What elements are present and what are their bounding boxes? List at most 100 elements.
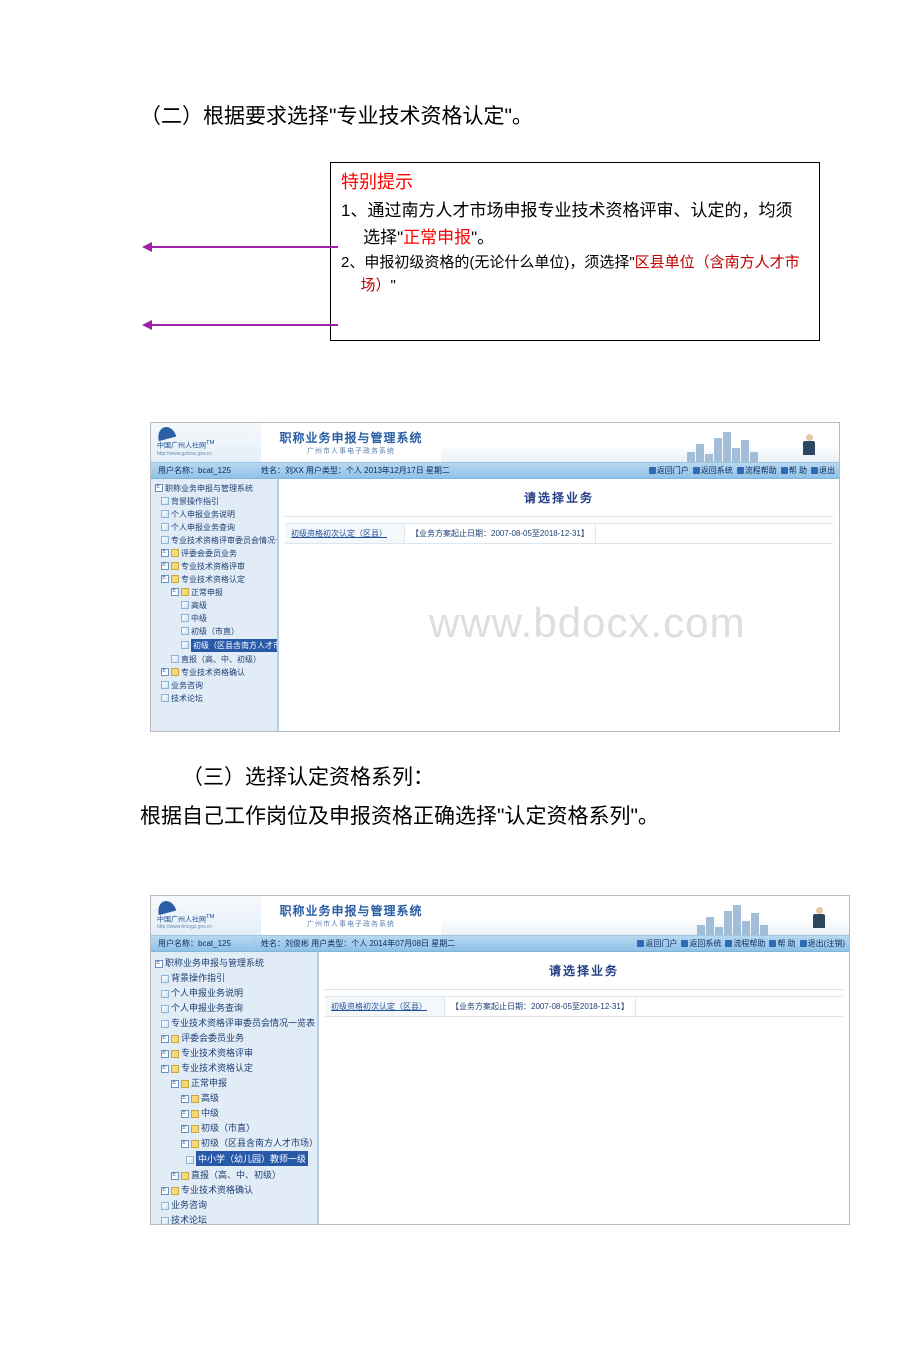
tree-root[interactable]: 职称业务申报与管理系统 xyxy=(153,482,275,495)
btn-label: 退出(注销) xyxy=(808,938,845,949)
expand-icon[interactable] xyxy=(181,1095,189,1103)
expand-icon[interactable] xyxy=(181,1125,189,1133)
tree-node[interactable]: 背景操作指引 xyxy=(153,495,275,508)
tree-node[interactable]: 专业技术资格评审委员会情况一览表 xyxy=(153,1015,315,1030)
btn-label: 返回门户 xyxy=(645,938,677,949)
expand-icon[interactable] xyxy=(161,1035,169,1043)
expand-icon[interactable] xyxy=(161,1050,169,1058)
expand-icon[interactable] xyxy=(161,1065,169,1073)
tree-node[interactable]: 高级 xyxy=(153,599,275,612)
expand-icon[interactable] xyxy=(161,549,169,557)
folder-icon xyxy=(191,1110,199,1118)
tree-label: 个人申报业务查询 xyxy=(171,1003,243,1013)
process-help-button[interactable]: 流程帮助 xyxy=(737,465,777,476)
callout-text: "。 xyxy=(471,228,494,247)
expand-icon[interactable] xyxy=(161,1187,169,1195)
tree-node[interactable]: 初级（区县含南方人才市场） xyxy=(153,1135,315,1150)
back-portal-button[interactable]: 返回门户 xyxy=(637,938,677,949)
business-link[interactable]: 初级资格初次认定（区县） xyxy=(325,997,445,1016)
help-button[interactable]: 帮 助 xyxy=(769,938,795,949)
expand-icon[interactable] xyxy=(161,575,169,583)
tree-node[interactable]: 专业技术资格认定 xyxy=(153,573,275,586)
watermark-text: www.bdocx.com xyxy=(429,599,745,647)
back-portal-button[interactable]: 返回门户 xyxy=(649,465,689,476)
logo-sup: TM xyxy=(206,914,214,920)
tree-label: 直报（高、中、初级） xyxy=(191,1170,281,1180)
tree-node[interactable]: 技术论坛 xyxy=(153,692,275,705)
tree-label: 个人申报业务查询 xyxy=(171,523,235,532)
expand-icon[interactable] xyxy=(155,960,163,968)
folder-icon xyxy=(171,562,179,570)
callout-emphasis: 正常申报 xyxy=(403,228,471,247)
tree-node[interactable]: 背景操作指引 xyxy=(153,970,315,985)
business-link[interactable]: 初级资格初次认定（区县） xyxy=(285,524,405,543)
btn-label: 帮 助 xyxy=(777,938,795,949)
tree-node-selected[interactable]: 中小学（幼儿园）教师一级 xyxy=(153,1150,315,1167)
btn-label: 流程帮助 xyxy=(745,465,777,476)
logout-button[interactable]: 退出 xyxy=(811,465,835,476)
tree-node[interactable]: 业务咨询 xyxy=(153,1197,315,1212)
header-right xyxy=(441,423,839,462)
process-help-button[interactable]: 流程帮助 xyxy=(725,938,765,949)
sidebar-tree[interactable]: 职称业务申报与管理系统 背景操作指引 个人申报业务说明 个人申报业务查询 专业技… xyxy=(151,952,319,1224)
left-arrow-annotation-icon xyxy=(150,246,338,248)
sidebar-tree[interactable]: 职称业务申报与管理系统 背景操作指引 个人申报业务说明 个人申报业务查询 专业技… xyxy=(151,479,279,731)
folder-icon xyxy=(191,1140,199,1148)
tree-node[interactable]: 技术论坛 xyxy=(153,1212,315,1224)
back-system-button[interactable]: 返回系统 xyxy=(693,465,733,476)
tree-node[interactable]: 个人申报业务查询 xyxy=(153,521,275,534)
info-buttons: 返回门户 返回系统 流程帮助 帮 助 退出(注销) xyxy=(637,938,845,949)
tree-node[interactable]: 专业技术资格评审 xyxy=(153,1045,315,1060)
app-header: 中国广州人社网TM http://www.hrssgz.gov.cn 职称业务申… xyxy=(151,896,849,936)
tree-label: 专业技术资格确认 xyxy=(181,1185,253,1195)
business-date-range: 【业务方案起止日期：2007-08-05至2018-12-31】 xyxy=(405,524,596,543)
tree-node[interactable]: 专业技术资格评审 xyxy=(153,560,275,573)
app-title: 职称业务申报与管理系统 xyxy=(261,429,441,446)
tree-node[interactable]: 正常申报 xyxy=(153,1075,315,1090)
tree-node[interactable]: 业务咨询 xyxy=(153,679,275,692)
tree-root[interactable]: 职称业务申报与管理系统 xyxy=(153,955,315,970)
expand-icon[interactable] xyxy=(171,1080,179,1088)
doc-icon xyxy=(161,1005,169,1013)
tree-node[interactable]: 中级 xyxy=(153,612,275,625)
tree-node[interactable]: 评委会委员业务 xyxy=(153,547,275,560)
tree-node[interactable]: 专业技术资格确认 xyxy=(153,1182,315,1197)
back-system-button[interactable]: 返回系统 xyxy=(681,938,721,949)
tree-node[interactable]: 专业技术资格认定 xyxy=(153,1060,315,1075)
expand-icon[interactable] xyxy=(155,484,163,492)
expand-icon[interactable] xyxy=(181,1110,189,1118)
tree-node[interactable]: 初级（市直） xyxy=(153,1120,315,1135)
logout-button[interactable]: 退出(注销) xyxy=(800,938,845,949)
tree-label: 中小学（幼儿园）教师一级 xyxy=(196,1151,308,1166)
screenshot-app-2: 中国广州人社网TM http://www.hrssgz.gov.cn 职称业务申… xyxy=(150,895,850,1225)
doc-icon xyxy=(161,1020,169,1028)
tree-node[interactable]: 个人申报业务查询 xyxy=(153,1000,315,1015)
app-title-area: 职称业务申报与管理系统 广州市人事电子政务系统 xyxy=(261,896,441,935)
folder-icon xyxy=(171,1187,179,1195)
logo-area: 中国广州人社网TM http://www.gzhrss.gov.cn xyxy=(151,423,261,462)
tree-node[interactable]: 高级 xyxy=(153,1090,315,1105)
tree-node[interactable]: 正常申报 xyxy=(153,586,275,599)
tree-node[interactable]: 初级（市直） xyxy=(153,625,275,638)
app-title: 职称业务申报与管理系统 xyxy=(261,902,441,919)
folder-icon xyxy=(171,1050,179,1058)
expand-icon[interactable] xyxy=(171,588,179,596)
expand-icon[interactable] xyxy=(171,1172,179,1180)
tree-node[interactable]: 个人申报业务说明 xyxy=(153,985,315,1000)
tree-node[interactable]: 直报（高、中、初级） xyxy=(153,653,275,666)
doc-icon xyxy=(186,1156,194,1164)
tree-node[interactable]: 个人申报业务说明 xyxy=(153,508,275,521)
logo-url: http://www.hrssgz.gov.cn xyxy=(157,924,261,930)
tree-node[interactable]: 专业技术资格评审委员会情况一览表 xyxy=(153,534,275,547)
tree-node[interactable]: 中级 xyxy=(153,1105,315,1120)
tree-node-selected[interactable]: 初级（区县含南方人才市场） xyxy=(153,638,275,653)
tree-node[interactable]: 直报（高、中、初级） xyxy=(153,1167,315,1182)
exit-icon xyxy=(800,940,807,947)
expand-icon[interactable] xyxy=(161,562,169,570)
tree-node[interactable]: 专业技术资格确认 xyxy=(153,666,275,679)
doc-icon xyxy=(161,536,169,544)
expand-icon[interactable] xyxy=(161,668,169,676)
tree-node[interactable]: 评委会委员业务 xyxy=(153,1030,315,1045)
help-button[interactable]: 帮 助 xyxy=(781,465,807,476)
expand-icon[interactable] xyxy=(181,1140,189,1148)
